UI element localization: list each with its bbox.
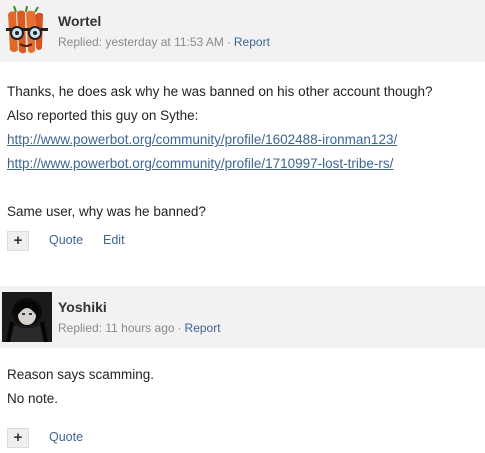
avatar[interactable] (2, 6, 52, 56)
edit-button[interactable]: Edit (103, 233, 125, 247)
post-meta: Replied: yesterday at 11:53 AM · Report (58, 35, 270, 49)
avatar[interactable] (2, 292, 52, 342)
plus-one-button[interactable]: + (7, 231, 29, 251)
replied-label: Replied: (58, 35, 103, 49)
post-content: Reason says scamming. No note. (0, 348, 485, 411)
plus-one-button[interactable]: + (7, 428, 29, 448)
report-link[interactable]: Report (234, 35, 270, 49)
post-header: Wortel Replied: yesterday at 11:53 AM · Re… (0, 0, 485, 62)
post-time: yesterday at 11:53 AM (105, 35, 224, 49)
author-name[interactable]: Wortel (58, 13, 101, 29)
post-text-line: Same user, why was he banned? (7, 204, 206, 219)
post-text-line: No note. (7, 391, 59, 406)
post-text-line: Reason says scamming. (7, 367, 155, 382)
report-link[interactable]: Report (185, 321, 221, 335)
post-time: 11 hours ago (105, 321, 175, 335)
author-name[interactable]: Yoshiki (58, 299, 107, 315)
carrot-character-avatar-icon (2, 6, 52, 56)
post-text-line: Also reported this guy on Sythe: (7, 108, 199, 123)
dark-anime-avatar-icon (2, 292, 52, 342)
profile-link[interactable]: http://www.powerbot.org/community/profil… (7, 152, 478, 176)
replied-label: Replied: (58, 321, 103, 335)
meta-separator: · (177, 321, 182, 335)
post-meta: Replied: 11 hours ago · Report (58, 321, 221, 335)
post-content: Thanks, he does ask why he was banned on… (0, 62, 485, 224)
post-text-line: Thanks, he does ask why he was banned on… (7, 84, 433, 99)
post: Yoshiki Replied: 11 hours ago · Report Rea… (0, 286, 485, 448)
quote-button[interactable]: Quote (49, 430, 83, 444)
quote-button[interactable]: Quote (49, 233, 83, 247)
meta-separator: · (226, 35, 231, 49)
post-header: Yoshiki Replied: 11 hours ago · Report (0, 286, 485, 348)
profile-link[interactable]: http://www.powerbot.org/community/profil… (7, 128, 478, 152)
post: Wortel Replied: yesterday at 11:53 AM · Re… (0, 0, 485, 251)
